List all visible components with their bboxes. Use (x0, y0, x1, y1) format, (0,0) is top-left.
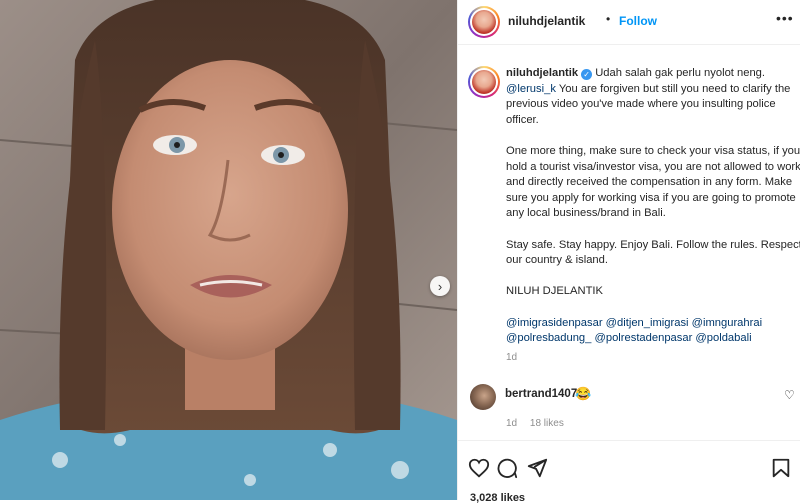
comment-text: 😂 (575, 386, 592, 401)
carousel-next-button[interactable]: › (430, 276, 450, 296)
caption-paragraph-2: One more thing, make sure to check your … (506, 144, 800, 220)
caption-avatar[interactable] (468, 66, 500, 98)
comment-meta: 1d 18 likes (506, 418, 574, 429)
post-side-panel: niluhdjelantik • Follow ••• niluhdjelant… (457, 0, 800, 504)
more-icon[interactable]: ••• (776, 10, 794, 26)
heart-icon[interactable] (468, 457, 490, 479)
caption-signature: NILUH DJELANTIK (506, 285, 603, 298)
author-avatar[interactable] (468, 6, 500, 38)
caption-mention[interactable]: @lerusi_k (506, 83, 556, 95)
post-header: niluhdjelantik • Follow ••• (458, 0, 800, 45)
likes-count[interactable]: 3,028 likes (470, 492, 525, 504)
heart-icon[interactable]: ♡ (784, 388, 795, 402)
caption-tags-line-2[interactable]: @polresbadung_ @polrestadenpasar @poldab… (506, 331, 800, 347)
comment-icon[interactable] (496, 457, 518, 479)
commenter-avatar[interactable] (470, 384, 496, 410)
caption-username[interactable]: niluhdjelantik (506, 67, 578, 79)
comment-timestamp[interactable]: 1d (506, 418, 517, 429)
author-username[interactable]: niluhdjelantik (508, 14, 585, 28)
video-frame (0, 0, 457, 500)
separator-dot: • (606, 12, 611, 26)
follow-button[interactable]: Follow (619, 14, 657, 28)
verified-icon: ✓ (581, 69, 593, 80)
post-media-video[interactable]: › (0, 0, 457, 500)
caption-body: niluhdjelantik ✓ Udah salah gak perlu nyo… (506, 66, 800, 347)
commenter-username[interactable]: bertrand1407 (505, 388, 577, 400)
comment-likes[interactable]: 18 likes (530, 418, 564, 429)
bookmark-icon[interactable] (770, 457, 792, 479)
caption-text-1: Udah salah gak perlu nyolot neng. (595, 67, 766, 79)
caption-timestamp[interactable]: 1d (506, 352, 517, 363)
share-icon[interactable] (526, 457, 548, 479)
caption-tags-line-1[interactable]: @imigrasidenpasar @ditjen_imigrasi @imng… (506, 316, 800, 332)
caption-paragraph-3: Stay safe. Stay happy. Enjoy Bali. Follo… (506, 238, 800, 267)
chevron-right-icon: › (437, 278, 443, 294)
